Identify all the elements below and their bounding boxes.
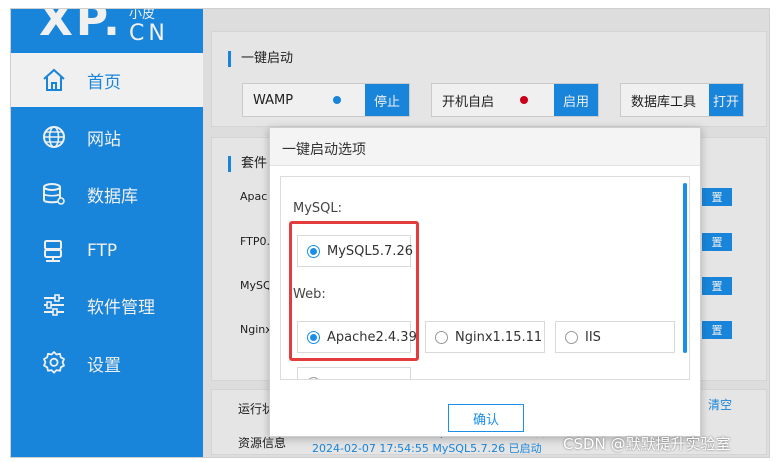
quick-start-options-dialog: 一键启动选项 MySQL: MySQL5.7.26 Web: Apache2.4… <box>269 127 701 437</box>
option-label: IIS <box>585 329 601 345</box>
option-label: Nginx1.15.11 <box>455 329 543 345</box>
radio-unselected-icon <box>307 376 320 379</box>
option-partial[interactable] <box>297 367 411 379</box>
mysql-group-label: MySQL: <box>293 201 343 216</box>
radio-unselected-icon <box>565 330 578 344</box>
dialog-options-panel: MySQL: MySQL5.7.26 Web: Apache2.4.39 Ngi… <box>280 176 690 380</box>
scrollbar-thumb[interactable] <box>683 183 687 353</box>
option-nginx11511[interactable]: Nginx1.15.11 <box>425 321 545 353</box>
dialog-title: 一键启动选项 <box>282 142 366 158</box>
confirm-button[interactable]: 确认 <box>448 404 524 432</box>
option-iis[interactable]: IIS <box>555 321 675 353</box>
radio-unselected-icon <box>435 330 448 344</box>
app-window: XP. 小皮 CN 首页 网站 数据库 FTP 软件管理 设置 一键启动 WAM… <box>10 8 770 458</box>
highlight-box <box>289 221 419 361</box>
watermark-text: CSDN @默默提升实验室 <box>563 435 731 453</box>
dialog-header: 一键启动选项 <box>270 128 700 166</box>
